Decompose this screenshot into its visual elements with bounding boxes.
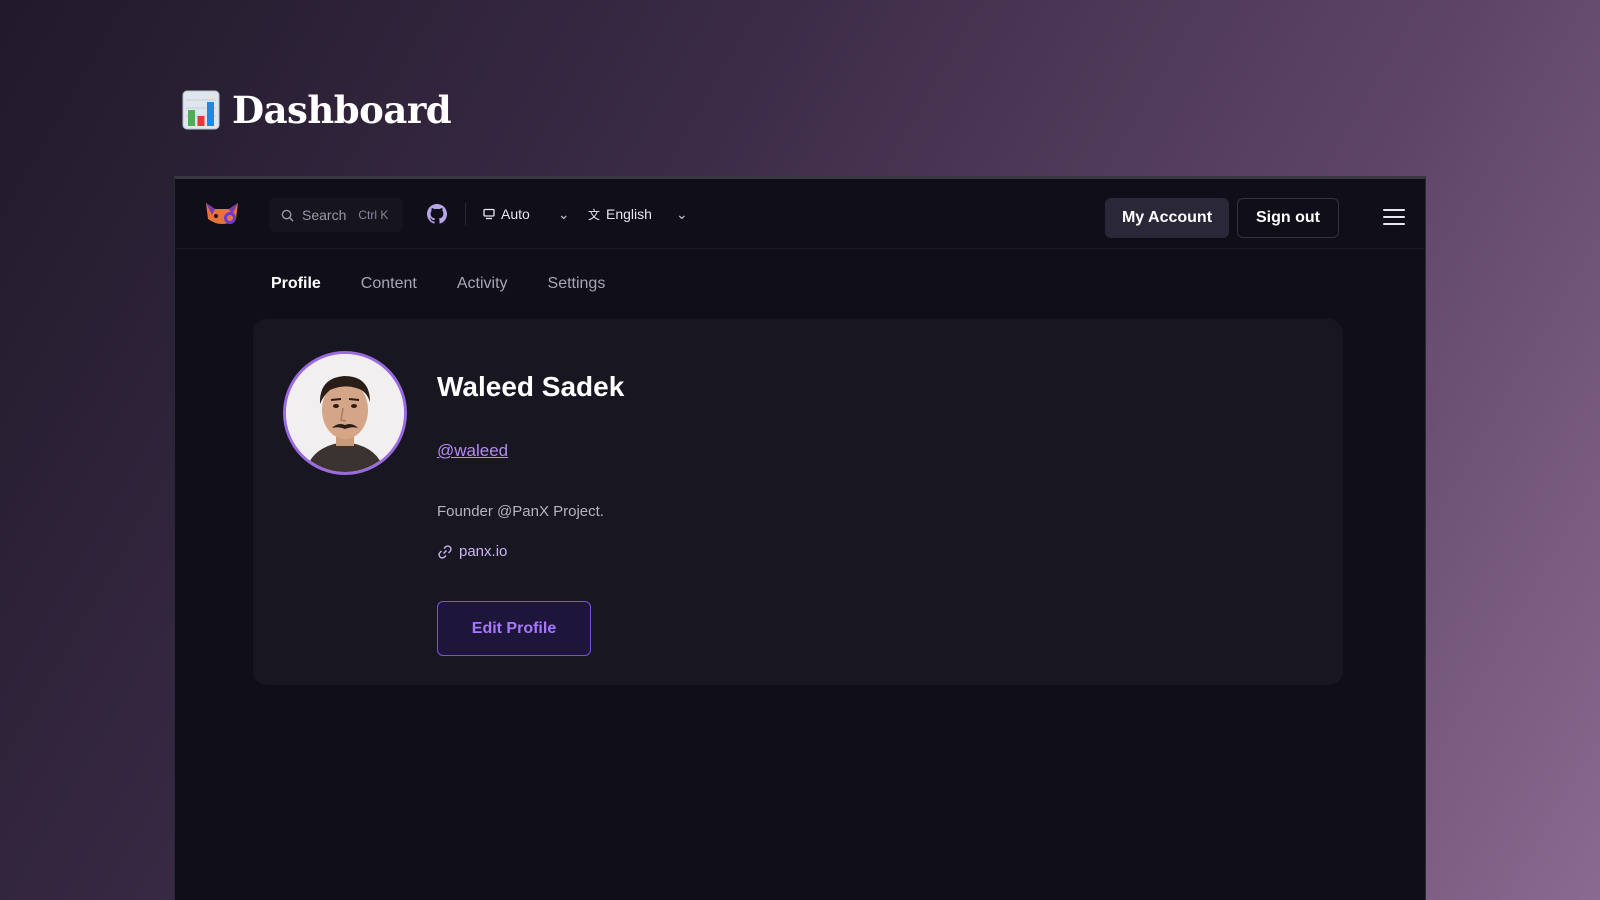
chevron-down-icon: ⌄ <box>557 205 570 222</box>
language-label: English <box>606 206 652 222</box>
link-icon <box>438 544 452 559</box>
chevron-down-icon: ⌄ <box>675 205 688 222</box>
tab-profile[interactable]: Profile <box>271 275 321 293</box>
monitor-icon <box>483 208 495 220</box>
my-account-button[interactable]: My Account <box>1105 198 1229 238</box>
website-label: panx.io <box>459 543 508 560</box>
bar-chart-icon <box>182 90 220 130</box>
menu-icon[interactable] <box>1383 209 1405 227</box>
tab-activity[interactable]: Activity <box>457 275 508 293</box>
profile-bio: Founder @PanX Project. <box>437 503 604 520</box>
search-button[interactable]: Search Ctrl K <box>269 198 403 232</box>
page-title: Dashboard <box>232 88 452 132</box>
theme-select[interactable]: Auto ⌄ <box>483 201 570 227</box>
app-window: Search Ctrl K Auto ⌄ 文 English ⌄ My Acco… <box>174 176 1426 900</box>
page-heading: Dashboard <box>182 88 452 132</box>
fox-logo-icon[interactable] <box>203 199 241 229</box>
language-select[interactable]: 文 English ⌄ <box>588 201 688 227</box>
tab-content[interactable]: Content <box>361 275 417 293</box>
profile-handle-link[interactable]: @waleed <box>437 441 508 461</box>
avatar <box>283 351 407 475</box>
tab-settings[interactable]: Settings <box>548 275 606 293</box>
sign-out-button[interactable]: Sign out <box>1237 198 1339 238</box>
theme-label: Auto <box>501 206 530 222</box>
profile-website-link[interactable]: panx.io <box>437 543 507 560</box>
github-icon[interactable] <box>427 204 447 224</box>
profile-name: Waleed Sadek <box>437 371 625 402</box>
edit-profile-button[interactable]: Edit Profile <box>437 601 591 656</box>
profile-tabs: Profile Content Activity Settings <box>271 275 605 293</box>
profile-card: Waleed Sadek @waleed Founder @PanX Proje… <box>253 319 1343 685</box>
search-label: Search <box>302 207 347 223</box>
translate-icon: 文 <box>588 207 601 222</box>
navbar-divider <box>465 203 466 225</box>
search-icon <box>281 209 294 222</box>
avatar-photo <box>286 354 404 472</box>
top-navbar: Search Ctrl K Auto ⌄ 文 English ⌄ My Acco… <box>175 179 1425 249</box>
search-shortcut: Ctrl K <box>358 208 389 222</box>
